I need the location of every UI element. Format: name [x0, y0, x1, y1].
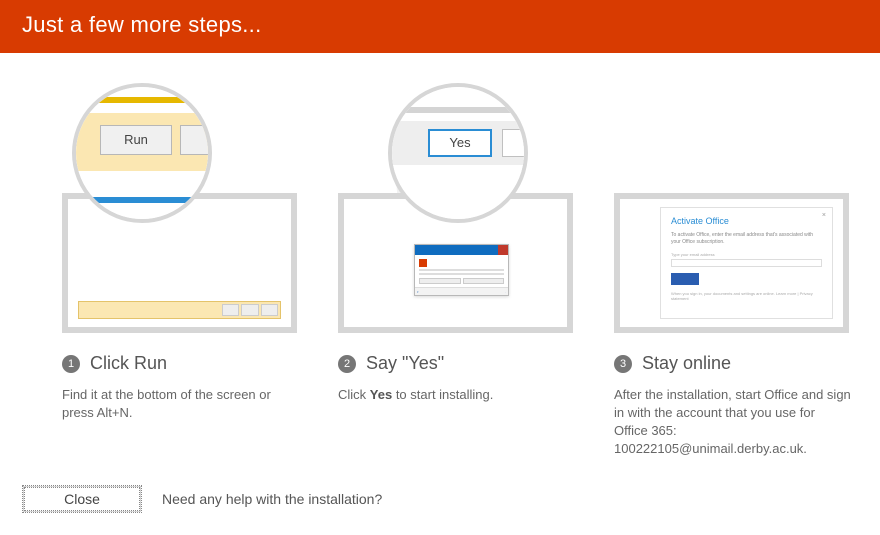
page-title: Just a few more steps...: [22, 12, 858, 38]
help-link[interactable]: Need any help with the installation?: [162, 491, 382, 507]
activate-input-label: Type your email address: [671, 252, 822, 257]
uac-dialog-illustration: ▾·: [414, 244, 509, 296]
footer-bar: Close Need any help with the installatio…: [22, 485, 858, 513]
activate-input-illustration: [671, 259, 822, 267]
activate-footer-text: When you sign in, your documents and set…: [671, 291, 822, 301]
step-3-illustration: × Activate Office To activate Office, en…: [614, 73, 849, 333]
activate-subtitle: To activate Office, enter the email addr…: [671, 232, 822, 246]
step-number-badge: 1: [62, 355, 80, 373]
step-2-desc-post: to start installing.: [392, 387, 493, 402]
step-1-illustration: Run: [62, 73, 297, 333]
step-2-desc-pre: Click: [338, 387, 370, 402]
magnifier-icon: Run: [72, 83, 212, 223]
mock-activate-window: × Activate Office To activate Office, en…: [614, 193, 849, 333]
step-3: × Activate Office To activate Office, en…: [614, 73, 860, 458]
step-number-badge: 2: [338, 355, 356, 373]
step-2-description: Click Yes to start installing.: [338, 386, 584, 404]
step-2-title: Say "Yes": [366, 353, 444, 374]
download-bar: [78, 301, 281, 319]
step-3-description: After the installation, start Office and…: [614, 386, 860, 458]
steps-row: Run 1 Click Run Find it at the bottom of…: [20, 53, 860, 458]
magnifier-icon: Yes: [388, 83, 528, 223]
step-1: Run 1 Click Run Find it at the bottom of…: [62, 73, 308, 458]
yes-button-illustration: Yes: [428, 129, 492, 157]
step-number-badge: 3: [614, 355, 632, 373]
content-area: Run 1 Click Run Find it at the bottom of…: [0, 53, 880, 458]
activate-title: Activate Office: [671, 216, 822, 226]
step-1-description: Find it at the bottom of the screen or p…: [62, 386, 308, 422]
step-2: ▾· Yes 2 Say "Yes" Click Yes to start: [338, 73, 584, 458]
step-2-illustration: ▾· Yes: [338, 73, 573, 333]
activate-card: × Activate Office To activate Office, en…: [660, 207, 833, 319]
step-3-title: Stay online: [642, 353, 731, 374]
step-2-desc-bold: Yes: [370, 387, 392, 402]
step-1-title: Click Run: [90, 353, 167, 374]
close-icon: ×: [822, 212, 826, 219]
header-bar: Just a few more steps...: [0, 0, 880, 53]
close-button[interactable]: Close: [22, 485, 142, 513]
run-button-illustration: Run: [100, 125, 172, 155]
activate-next-button-illustration: [671, 273, 699, 285]
